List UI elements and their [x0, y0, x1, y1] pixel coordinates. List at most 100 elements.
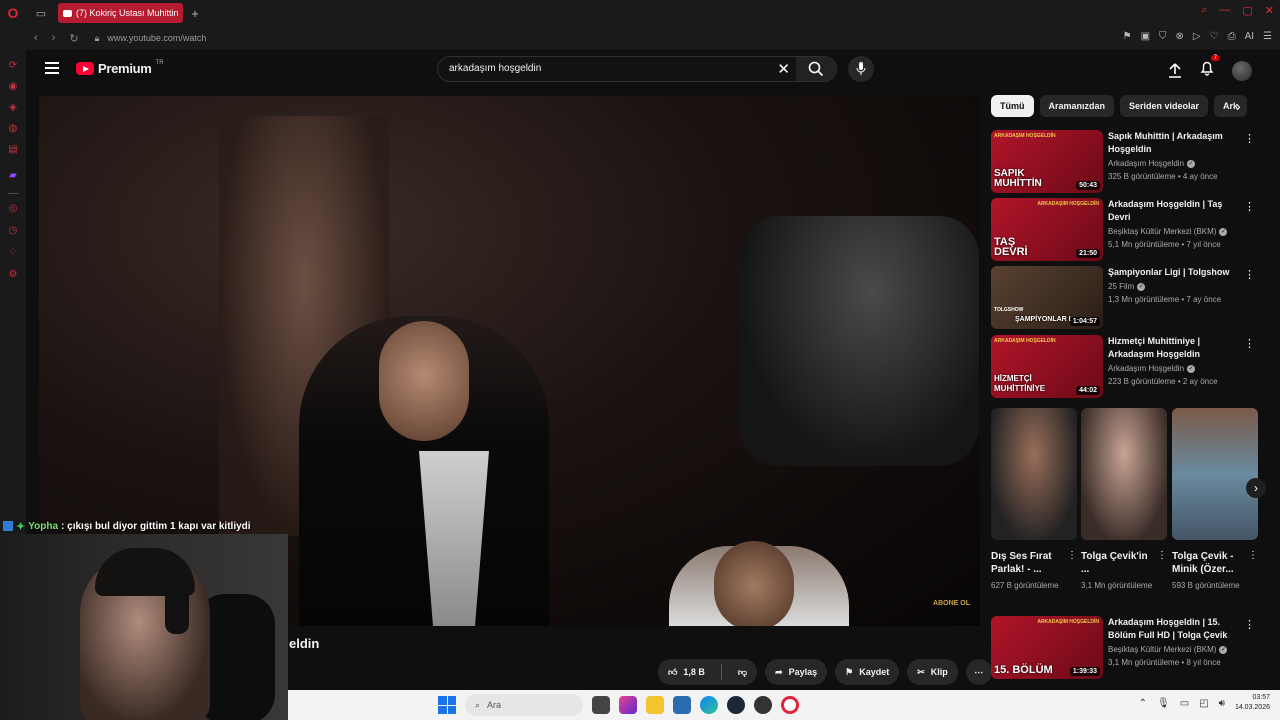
- forward-icon[interactable]: ›: [52, 32, 56, 45]
- sidebar-refresh-icon[interactable]: ⟳: [7, 60, 19, 72]
- recommendation-item[interactable]: ARKADAŞIM HOŞGELDİN 15. BÖLÜM 1:39:33 Ar…: [991, 616, 1261, 680]
- save-button[interactable]: ⚑ Kaydet: [835, 659, 900, 685]
- more-actions-button[interactable]: ⋯: [965, 659, 992, 685]
- opera-logo-icon[interactable]: O: [0, 0, 26, 26]
- share-button[interactable]: ➦ Paylaş: [765, 659, 828, 685]
- channel-name[interactable]: Beşiktaş Kültür Merkezi (BKM) ✓: [1108, 645, 1228, 654]
- more-vertical-icon[interactable]: ⋮: [1067, 550, 1077, 561]
- channel-name[interactable]: 25 Film ✓: [1108, 282, 1146, 291]
- display-tray-icon[interactable]: ▭: [1180, 698, 1189, 709]
- recommendation-item[interactable]: ARKADAŞIM HOŞGELDİN TAŞ DEVRİ 21:50 Arka…: [991, 198, 1261, 262]
- taskbar-search[interactable]: ⌕ Ara: [465, 694, 583, 716]
- short-thumbnail[interactable]: [1172, 408, 1258, 540]
- close-window-icon[interactable]: ✕: [1265, 4, 1274, 17]
- search-input[interactable]: arkadaşım hoşgeldin: [449, 63, 541, 74]
- chip-all[interactable]: Tümü: [991, 95, 1034, 117]
- heart-icon[interactable]: ♡: [1210, 31, 1219, 42]
- guide-menu-icon[interactable]: [45, 62, 59, 74]
- more-vertical-icon[interactable]: ⋮: [1244, 268, 1255, 281]
- short-thumbnail[interactable]: [1081, 408, 1167, 540]
- clip-button[interactable]: ✂ Klip: [907, 659, 958, 685]
- youtube-premium-logo[interactable]: Premium TR: [76, 60, 164, 76]
- short-item[interactable]: Tolga Çevik'in ... 3,1 Mn görüntüleme ⋮: [1081, 408, 1167, 591]
- sidebar-player-icon[interactable]: ◎: [7, 203, 19, 215]
- more-vertical-icon[interactable]: ⋮: [1248, 550, 1258, 561]
- search-box[interactable]: arkadaşım hoşgeldin ✕: [437, 56, 837, 82]
- tray-overflow-icon[interactable]: ⌃: [1139, 698, 1147, 709]
- more-vertical-icon[interactable]: ⋮: [1244, 132, 1255, 145]
- wallet-icon[interactable]: ⎙: [1228, 31, 1236, 42]
- recommendation-thumbnail[interactable]: TOLGSHOW ŞAMPİYONLAR L 1:04:57: [991, 266, 1103, 329]
- download-icon[interactable]: ⊗: [1176, 31, 1184, 42]
- sidebar-settings-icon[interactable]: ⚙: [7, 269, 19, 281]
- short-item[interactable]: Dış Ses Fırat Parlak! - ... 627 B görünt…: [991, 408, 1077, 591]
- url-field[interactable]: 🔒︎ www.youtube.com/watch: [95, 33, 207, 44]
- notifications-button[interactable]: 7: [1200, 55, 1220, 81]
- recommendation-thumbnail[interactable]: ARKADAŞIM HOŞGELDİN SAPIK MUHİTTİN 50:43: [991, 130, 1103, 193]
- like-button[interactable]: 👍︎ 1,8 B: [658, 659, 715, 685]
- recommendation-item[interactable]: ARKADAŞIM HOŞGELDİN SAPIK MUHİTTİN 50:43…: [991, 130, 1261, 194]
- recommendation-item[interactable]: ARKADAŞIM HOŞGELDİN HİZMETÇİ MUHİTTİNİYE…: [991, 335, 1261, 399]
- recommendation-title[interactable]: Arkadaşım Hoşgeldin | 15. Bölüm Full HD …: [1108, 616, 1243, 642]
- edge-icon[interactable]: [700, 696, 718, 714]
- recommendation-item[interactable]: TOLGSHOW ŞAMPİYONLAR L 1:04:57 Şampiyonl…: [991, 266, 1261, 330]
- recommendation-title[interactable]: Hizmetçi Muhittiniye | Arkadaşım Hoşgeld…: [1108, 335, 1243, 361]
- windows-start-icon[interactable]: [438, 696, 456, 714]
- voice-search-button[interactable]: [848, 56, 874, 82]
- task-view-icon[interactable]: [592, 696, 610, 714]
- chip-series[interactable]: Seriden videolar: [1120, 95, 1209, 117]
- recommendation-thumbnail[interactable]: ARKADAŞIM HOŞGELDİN HİZMETÇİ MUHİTTİNİYE…: [991, 335, 1103, 398]
- play-icon[interactable]: ▷: [1193, 31, 1201, 42]
- store-icon[interactable]: [673, 696, 691, 714]
- chips-next-icon[interactable]: ›: [1236, 98, 1241, 114]
- sidebar-bookmarks-icon[interactable]: ♢: [7, 247, 19, 259]
- search-button[interactable]: [796, 57, 836, 81]
- back-icon[interactable]: ‹: [34, 32, 38, 45]
- shorts-next-button[interactable]: ›: [1246, 478, 1266, 498]
- mic-tray-icon[interactable]: 🎙︎: [1157, 698, 1170, 709]
- sidebar-messenger-icon[interactable]: ◍: [7, 123, 19, 135]
- clear-search-icon[interactable]: ✕: [777, 60, 790, 78]
- recommendation-thumbnail[interactable]: ARKADAŞIM HOŞGELDİN TAŞ DEVRİ 21:50: [991, 198, 1103, 261]
- copilot-icon[interactable]: [619, 696, 637, 714]
- short-thumbnail[interactable]: [991, 408, 1077, 540]
- reload-icon[interactable]: ↻: [69, 32, 78, 45]
- more-vertical-icon[interactable]: ⋮: [1244, 337, 1255, 350]
- network-icon[interactable]: ◰: [1199, 698, 1208, 709]
- chip-related[interactable]: Ark: [1214, 95, 1248, 117]
- taskbar-clock[interactable]: 03:57 14.03.2026: [1235, 693, 1270, 713]
- sidebar-mail-icon[interactable]: ▤: [7, 144, 19, 156]
- short-title[interactable]: Tolga Çevik - Minik (Özer...: [1172, 550, 1244, 576]
- obs-icon[interactable]: [754, 696, 772, 714]
- upload-icon[interactable]: [1168, 62, 1182, 79]
- steam-icon[interactable]: [727, 696, 745, 714]
- tab-manager-icon[interactable]: ▭: [30, 2, 52, 24]
- channel-name[interactable]: Arkadaşım Hoşgeldin ✓: [1108, 159, 1196, 168]
- recommendation-title[interactable]: Arkadaşım Hoşgeldin | Taş Devri: [1108, 198, 1243, 224]
- channel-name[interactable]: Beşiktaş Kültür Merkezi (BKM) ✓: [1108, 227, 1228, 236]
- chip-from-search[interactable]: Aramanızdan: [1039, 95, 1115, 117]
- minimize-icon[interactable]: —: [1219, 4, 1230, 17]
- browser-tab-active[interactable]: (7) Kokiriç Ustası Muhittin: [58, 3, 183, 23]
- more-vertical-icon[interactable]: ⋮: [1244, 200, 1255, 213]
- dislike-button[interactable]: 👎︎: [728, 659, 757, 685]
- sidebar-crypto-icon[interactable]: ◈: [7, 102, 19, 114]
- search-tabs-icon[interactable]: ⌕: [1201, 4, 1207, 17]
- short-title[interactable]: Tolga Çevik'in ...: [1081, 550, 1153, 576]
- short-title[interactable]: Dış Ses Fırat Parlak! - ...: [991, 550, 1063, 576]
- account-avatar[interactable]: [1232, 60, 1252, 81]
- menu-icon[interactable]: ☰: [1263, 31, 1272, 42]
- file-explorer-icon[interactable]: [646, 696, 664, 714]
- recommendation-title[interactable]: Sapık Muhittin | Arkadaşım Hoşgeldin: [1108, 130, 1243, 156]
- more-vertical-icon[interactable]: ⋮: [1157, 550, 1167, 561]
- recommendation-title[interactable]: Şampiyonlar Ligi | Tolgshow: [1108, 266, 1243, 279]
- sidebar-history-icon[interactable]: ◷: [7, 225, 19, 237]
- short-item[interactable]: Tolga Çevik - Minik (Özer... 593 B görün…: [1172, 408, 1258, 591]
- ai-button[interactable]: AI: [1245, 31, 1254, 42]
- volume-icon[interactable]: 🔊︎: [1219, 698, 1225, 709]
- channel-name[interactable]: Arkadaşım Hoşgeldin ✓: [1108, 364, 1196, 373]
- opera-icon[interactable]: [781, 696, 799, 714]
- new-tab-button[interactable]: +: [187, 6, 203, 21]
- sidebar-aria-icon[interactable]: ◉: [7, 81, 19, 93]
- maximize-icon[interactable]: ▢: [1242, 4, 1252, 17]
